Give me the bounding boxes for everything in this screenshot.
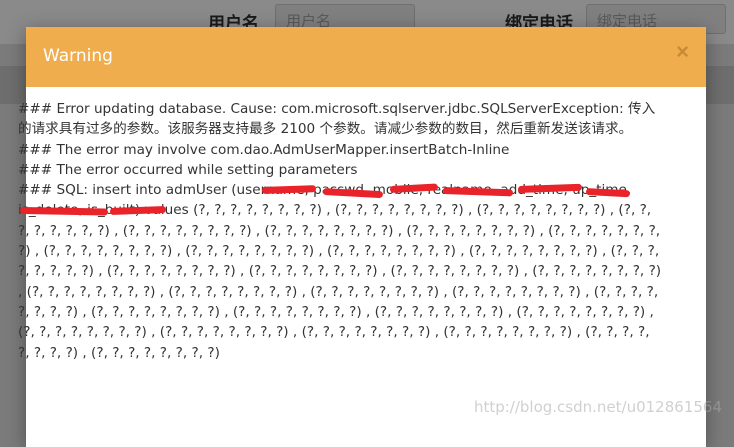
error-cause-line: ### Error updating database. Cause: com.… [18,101,656,138]
error-occurred-line: ### The error occurred while setting par… [18,161,358,178]
close-icon[interactable]: × [676,41,689,63]
sql-statement: ### SQL: insert into admUser (username, … [18,180,663,363]
watermark: http://blog.csdn.net/u012861564 [473,398,722,416]
dialog-body: ### Error updating database. Cause: com.… [18,99,663,419]
error-involve-line: ### The error may involve com.dao.AdmUse… [18,141,510,158]
dialog-header: Warning × [26,27,706,87]
dialog-title: Warning [43,46,113,66]
